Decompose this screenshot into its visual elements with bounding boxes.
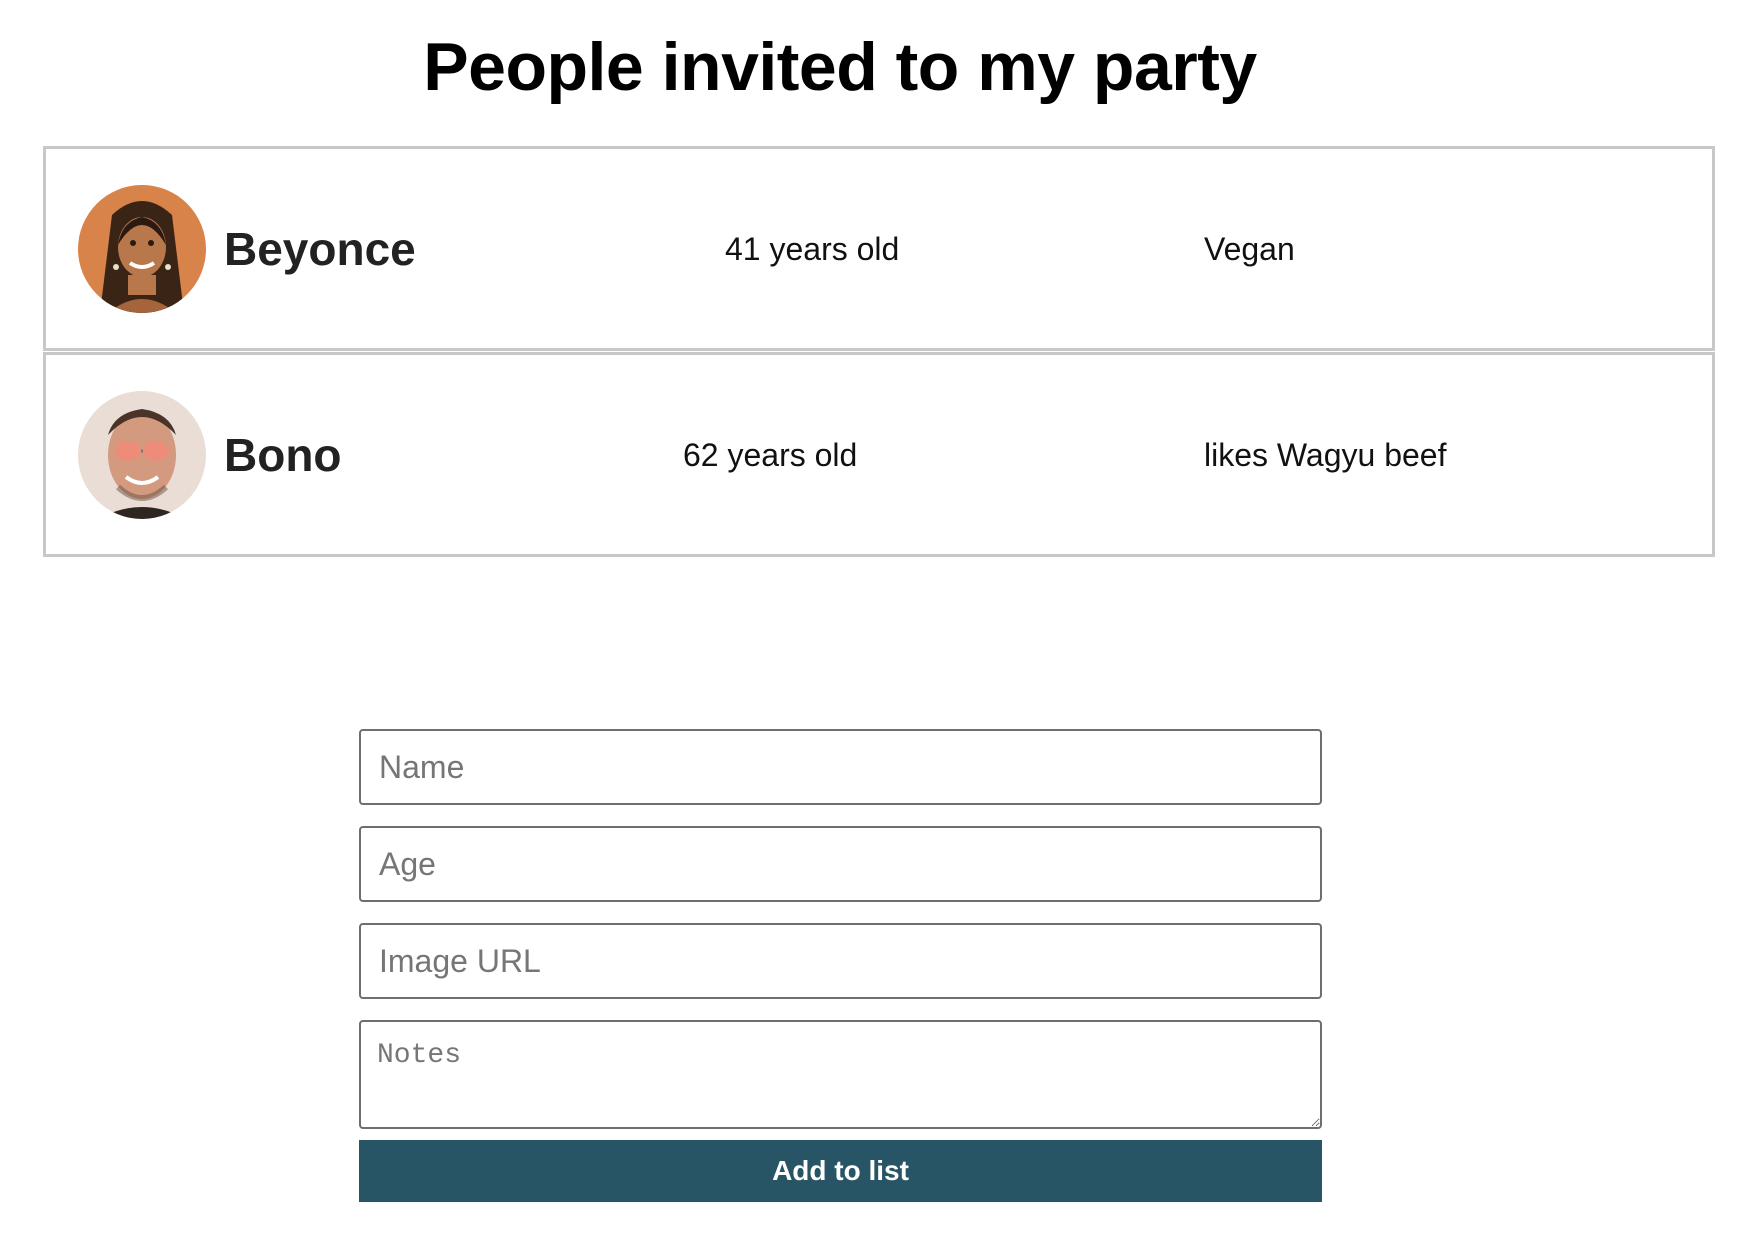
guest-name: Bono [224,429,342,481]
avatar [78,185,206,313]
age-input[interactable] [359,826,1322,902]
guest-note: likes Wagyu beef [1204,437,1447,473]
add-to-list-button[interactable]: Add to list [359,1140,1322,1202]
add-guest-form: Add to list [359,729,1322,1202]
image-url-input[interactable] [359,923,1322,999]
guest-name: Beyonce [224,223,416,275]
guest-age: 62 years old [683,437,858,473]
notes-textarea[interactable] [359,1020,1322,1129]
guest-age: 41 years old [725,231,900,267]
guest-row: Beyonce 41 years old Vegan [43,146,1715,351]
avatar-photo-bono [78,391,206,519]
page-title: People invited to my party [423,29,1257,105]
page: People invited to my party Beyonce 41 ye… [0,0,1754,1256]
guest-note: Vegan [1204,231,1295,267]
avatar [78,391,206,519]
guest-list: Beyonce 41 years old Vegan Bono 62 years… [43,146,1715,557]
avatar-photo-beyonce [78,185,206,313]
guest-row: Bono 62 years old likes Wagyu beef [43,352,1715,557]
name-input[interactable] [359,729,1322,805]
